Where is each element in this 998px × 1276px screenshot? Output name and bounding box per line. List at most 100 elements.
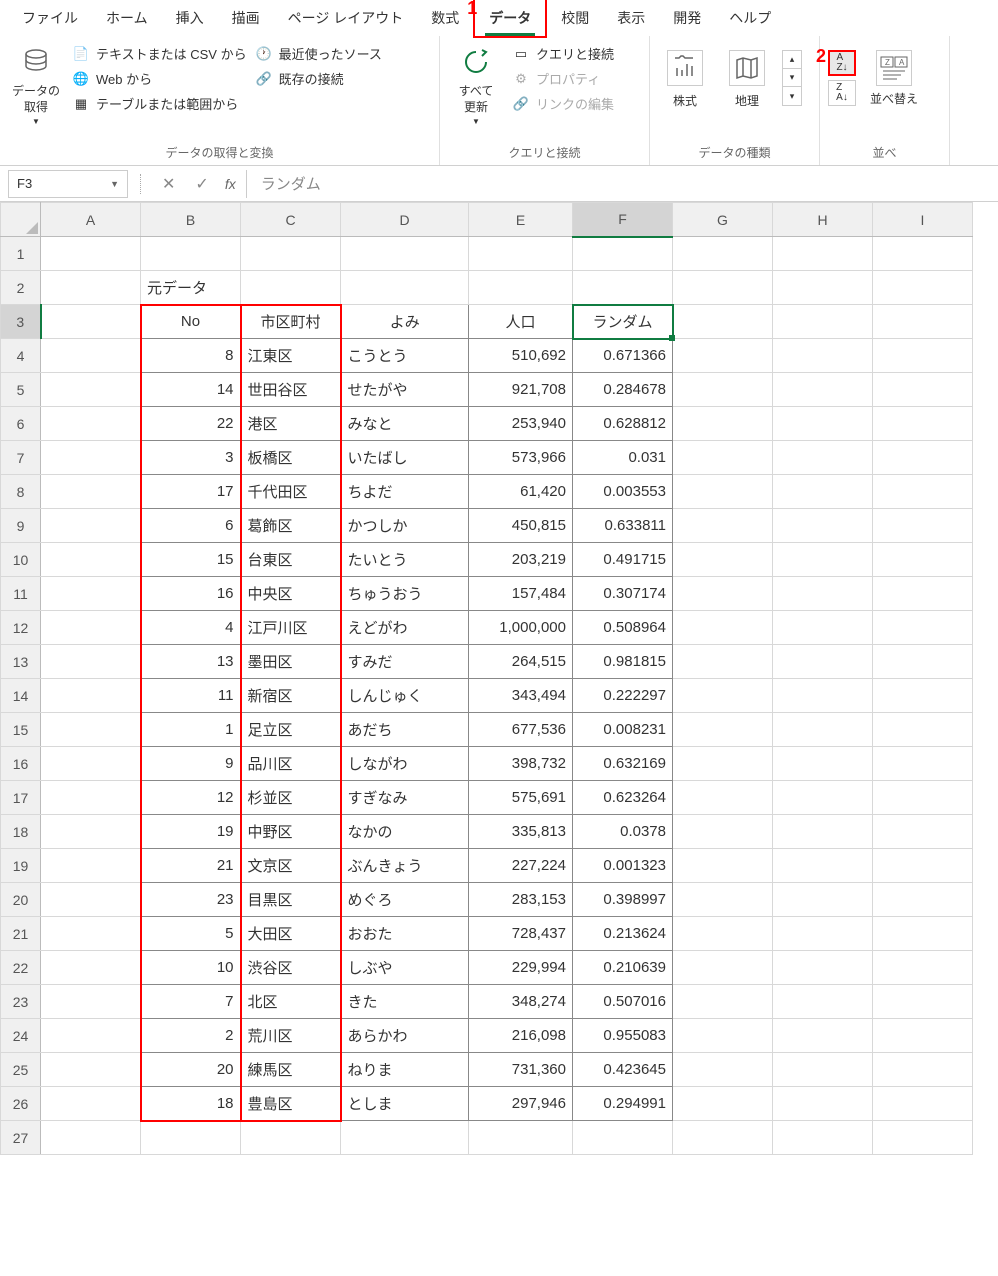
cell[interactable]: おおた: [341, 917, 469, 951]
row-header[interactable]: 7: [1, 441, 41, 475]
cell[interactable]: 9: [141, 747, 241, 781]
cell[interactable]: 足立区: [241, 713, 341, 747]
cell[interactable]: 墨田区: [241, 645, 341, 679]
cell[interactable]: としま: [341, 1087, 469, 1121]
cell[interactable]: ちゅうおう: [341, 577, 469, 611]
tab-insert[interactable]: 挿入: [162, 0, 218, 36]
sort-descending-button[interactable]: ZA↓: [828, 80, 856, 106]
cell[interactable]: えどがわ: [341, 611, 469, 645]
row-header[interactable]: 19: [1, 849, 41, 883]
cell[interactable]: 10: [141, 951, 241, 985]
cell[interactable]: 5: [141, 917, 241, 951]
geography-button[interactable]: 地理: [720, 50, 774, 109]
row-header[interactable]: 9: [1, 509, 41, 543]
spreadsheet[interactable]: A B C D E F G H I 1 2元データ 3 No 市区町村 よみ 人…: [0, 202, 998, 1155]
sort-dialog-button[interactable]: ZA 並べ替え: [866, 50, 922, 107]
fx-icon[interactable]: fx: [219, 176, 242, 192]
cell[interactable]: 0.210639: [573, 951, 673, 985]
row-header[interactable]: 25: [1, 1053, 41, 1087]
row-header[interactable]: 12: [1, 611, 41, 645]
col-header-g[interactable]: G: [673, 203, 773, 237]
cell[interactable]: なかの: [341, 815, 469, 849]
row-header[interactable]: 11: [1, 577, 41, 611]
cell[interactable]: 227,224: [469, 849, 573, 883]
cell[interactable]: 450,815: [469, 509, 573, 543]
cell[interactable]: めぐろ: [341, 883, 469, 917]
col-header-h[interactable]: H: [773, 203, 873, 237]
cell[interactable]: 283,153: [469, 883, 573, 917]
cell[interactable]: 731,360: [469, 1053, 573, 1087]
refresh-all-button[interactable]: すべて 更新 ▼: [448, 40, 504, 130]
row-header[interactable]: 27: [1, 1121, 41, 1155]
cell[interactable]: 北区: [241, 985, 341, 1019]
cell[interactable]: 0.508964: [573, 611, 673, 645]
col-header-d[interactable]: D: [341, 203, 469, 237]
cell[interactable]: 23: [141, 883, 241, 917]
tab-file[interactable]: ファイル: [8, 0, 92, 36]
cell[interactable]: 253,940: [469, 407, 573, 441]
cell[interactable]: しながわ: [341, 747, 469, 781]
cell[interactable]: 板橋区: [241, 441, 341, 475]
row-header[interactable]: 3: [1, 305, 41, 339]
cell[interactable]: 港区: [241, 407, 341, 441]
from-table-button[interactable]: ▦ テーブルまたは範囲から: [72, 94, 247, 113]
col-header-c[interactable]: C: [241, 203, 341, 237]
cell[interactable]: 6: [141, 509, 241, 543]
cell[interactable]: 0.633811: [573, 509, 673, 543]
stocks-button[interactable]: 株式: [658, 50, 712, 109]
cell[interactable]: 元データ: [141, 271, 241, 305]
cell[interactable]: 297,946: [469, 1087, 573, 1121]
cell[interactable]: 0.284678: [573, 373, 673, 407]
cell[interactable]: 江戸川区: [241, 611, 341, 645]
col-header-e[interactable]: E: [469, 203, 573, 237]
row-header[interactable]: 14: [1, 679, 41, 713]
cell[interactable]: 343,494: [469, 679, 573, 713]
scroll-down-button[interactable]: ▾: [783, 69, 801, 87]
row-header[interactable]: 13: [1, 645, 41, 679]
cell[interactable]: ねりま: [341, 1053, 469, 1087]
tab-review[interactable]: 校閲: [547, 0, 603, 36]
cell[interactable]: 510,692: [469, 339, 573, 373]
cell[interactable]: 4: [141, 611, 241, 645]
cell[interactable]: 渋谷区: [241, 951, 341, 985]
cell[interactable]: 中野区: [241, 815, 341, 849]
tab-page-layout[interactable]: ページ レイアウト: [274, 0, 418, 36]
cell[interactable]: たいとう: [341, 543, 469, 577]
cell[interactable]: 229,994: [469, 951, 573, 985]
cell[interactable]: 12: [141, 781, 241, 815]
cell[interactable]: 0.423645: [573, 1053, 673, 1087]
tab-developer[interactable]: 開発: [659, 0, 715, 36]
cell[interactable]: 0.955083: [573, 1019, 673, 1053]
cell[interactable]: 0.671366: [573, 339, 673, 373]
cell[interactable]: 品川区: [241, 747, 341, 781]
cell[interactable]: 11: [141, 679, 241, 713]
cell[interactable]: 16: [141, 577, 241, 611]
cell[interactable]: ぶんきょう: [341, 849, 469, 883]
tab-draw[interactable]: 描画: [218, 0, 274, 36]
cell[interactable]: あだち: [341, 713, 469, 747]
scroll-up-button[interactable]: ▴: [783, 51, 801, 69]
cell[interactable]: 文京区: [241, 849, 341, 883]
row-header[interactable]: 1: [1, 237, 41, 271]
cell[interactable]: 3: [141, 441, 241, 475]
cell[interactable]: 葛飾区: [241, 509, 341, 543]
row-header[interactable]: 21: [1, 917, 41, 951]
cell-header-pop[interactable]: 人口: [469, 305, 573, 339]
row-header[interactable]: 24: [1, 1019, 41, 1053]
cell[interactable]: 19: [141, 815, 241, 849]
cell[interactable]: 14: [141, 373, 241, 407]
cancel-formula-button[interactable]: ✕: [152, 174, 185, 194]
cell[interactable]: 1: [141, 713, 241, 747]
cell[interactable]: 0.294991: [573, 1087, 673, 1121]
get-data-button[interactable]: データの 取得 ▼: [8, 40, 64, 130]
cell[interactable]: 264,515: [469, 645, 573, 679]
row-header[interactable]: 15: [1, 713, 41, 747]
cell[interactable]: 0.628812: [573, 407, 673, 441]
cell-header-yomi[interactable]: よみ: [341, 305, 469, 339]
cell[interactable]: すぎなみ: [341, 781, 469, 815]
cell[interactable]: 1,000,000: [469, 611, 573, 645]
name-box[interactable]: F3 ▼: [8, 170, 128, 198]
cell[interactable]: こうとう: [341, 339, 469, 373]
cell[interactable]: 2: [141, 1019, 241, 1053]
cell[interactable]: 575,691: [469, 781, 573, 815]
